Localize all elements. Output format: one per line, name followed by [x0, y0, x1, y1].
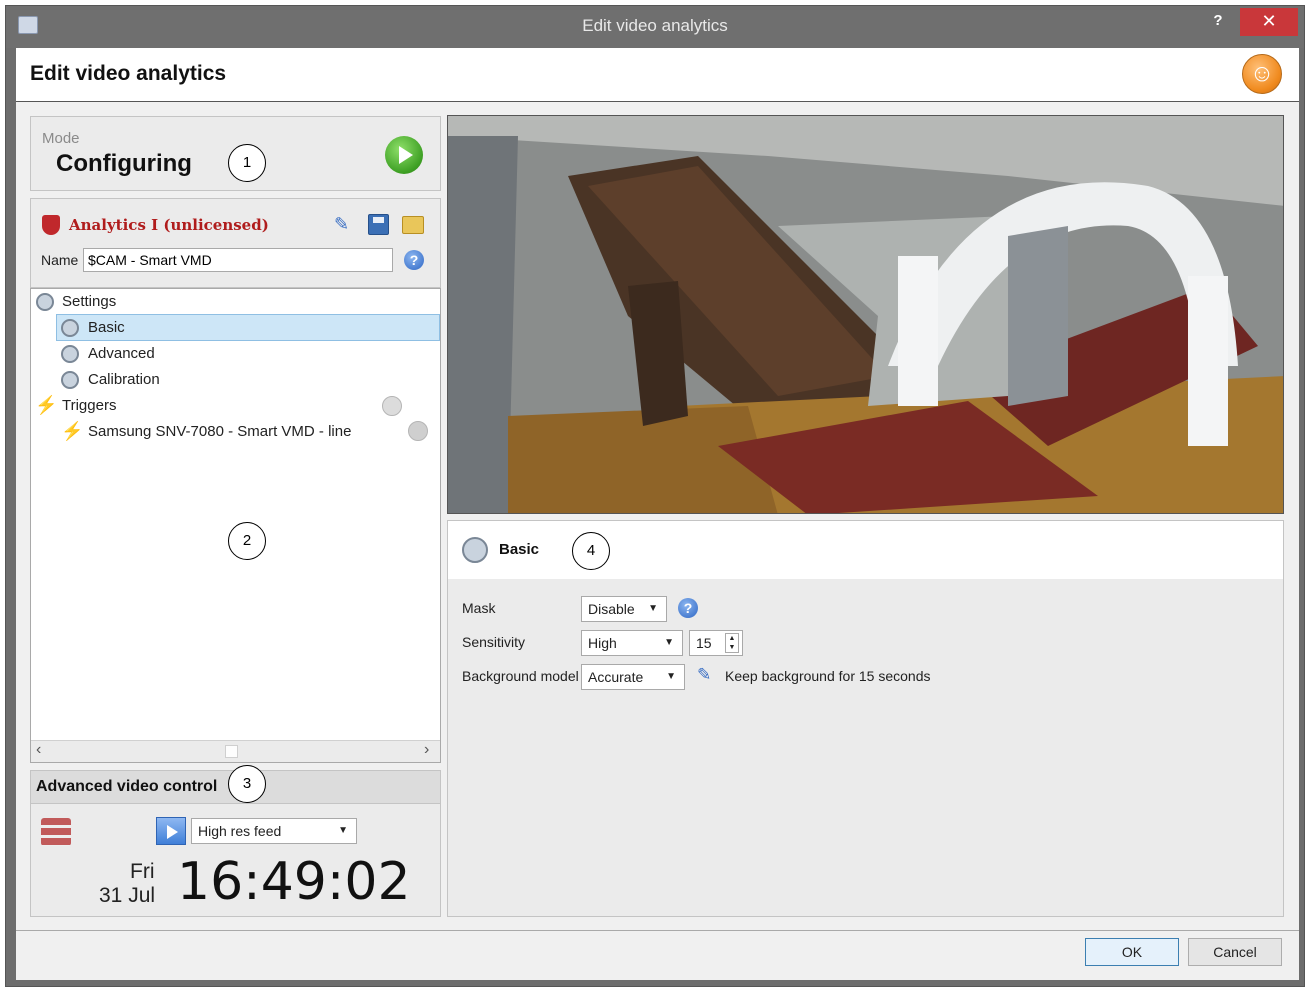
analytics-panel — [30, 198, 441, 288]
chevron-down-icon: ▼ — [338, 825, 348, 836]
window-title: Edit video analytics — [582, 16, 728, 35]
cancel-button[interactable]: Cancel — [1188, 938, 1282, 966]
ok-button[interactable]: OK — [1085, 938, 1179, 966]
tree-item-basic[interactable]: Basic — [88, 315, 125, 341]
sensitivity-label: Sensitivity — [462, 634, 526, 650]
wrench-icon[interactable]: ✎ — [334, 214, 354, 234]
help-icon[interactable]: ? — [678, 598, 698, 618]
scroll-thumb[interactable] — [225, 745, 238, 758]
mask-select[interactable]: Disable ▼ — [581, 596, 667, 622]
clock-time: 16:49:02 — [177, 852, 411, 912]
mode-value: Configuring — [56, 150, 192, 177]
sensitivity-number: 15 — [696, 635, 712, 651]
video-control-title: Advanced video control — [36, 778, 218, 795]
background-model-select[interactable]: Accurate ▼ — [581, 664, 685, 690]
basic-gear-icon — [61, 319, 79, 337]
sensitivity-stepper[interactable]: 15 ▲ ▼ — [689, 630, 743, 656]
tree-item-calibration[interactable]: Calibration — [88, 367, 160, 393]
chevron-down-icon: ▼ — [666, 671, 676, 682]
wrench-icon[interactable]: ✎ — [697, 665, 711, 685]
calibration-gear-icon — [61, 371, 79, 389]
mask-select-value: Disable — [588, 601, 635, 617]
mode-label: Mode — [42, 130, 80, 147]
callout-marker: 3 — [228, 765, 266, 803]
keep-background-text: Keep background for 15 seconds — [725, 668, 931, 684]
tree-item-trigger[interactable]: Samsung SNV-7080 - Smart VMD - line — [88, 419, 351, 445]
tree-item-settings[interactable]: Settings — [62, 289, 116, 315]
date-label: 31 Jul — [99, 884, 156, 907]
mask-label: Mask — [462, 600, 496, 616]
sensitivity-select[interactable]: High ▼ — [581, 630, 683, 656]
analytics-title: Analytics I (unlicensed) — [69, 216, 269, 234]
feed-select[interactable]: High res feed ▼ — [191, 818, 357, 844]
help-icon[interactable]: ? — [404, 250, 424, 270]
page-title: Edit video analytics — [30, 62, 227, 85]
name-input[interactable] — [83, 248, 393, 272]
background-model-label: Background model — [462, 668, 579, 684]
camera-scene-image — [448, 116, 1283, 513]
accessibility-icon[interactable]: ☺ — [1242, 54, 1282, 94]
help-button[interactable]: ? — [1202, 10, 1234, 36]
day-label: Fri — [130, 860, 155, 883]
stepper-arrows-icon[interactable]: ▲ ▼ — [725, 633, 739, 653]
save-icon[interactable] — [368, 214, 389, 235]
footer-divider — [16, 930, 1299, 931]
callout-marker: 4 — [572, 532, 610, 570]
scroll-right-icon[interactable]: › — [424, 741, 429, 759]
advanced-gear-icon — [61, 345, 79, 363]
tree-item-advanced[interactable]: Advanced — [88, 341, 155, 367]
remove-trigger-icon[interactable] — [408, 421, 428, 441]
feed-play-button[interactable] — [156, 817, 186, 845]
basic-gear-icon — [462, 537, 488, 563]
callout-marker: 1 — [228, 144, 266, 182]
callout-marker: 2 — [228, 522, 266, 560]
settings-gear-icon — [36, 293, 54, 311]
close-button[interactable]: ✕ — [1240, 8, 1298, 36]
feed-select-value: High res feed — [198, 823, 282, 839]
triggers-lightning-icon: ⚡ — [35, 395, 58, 415]
basic-settings-panel — [447, 579, 1284, 917]
name-label: Name — [41, 252, 79, 268]
background-model-value: Accurate — [588, 669, 644, 685]
tree-item-triggers[interactable]: Triggers — [62, 393, 116, 419]
chevron-down-icon: ▼ — [664, 637, 674, 648]
shield-icon — [42, 215, 60, 235]
storage-icon[interactable] — [41, 818, 71, 846]
open-folder-icon[interactable] — [402, 216, 424, 234]
add-trigger-icon[interactable] — [382, 396, 402, 416]
run-analytics-button[interactable] — [385, 136, 423, 174]
trigger-lightning-icon: ⚡ — [61, 421, 84, 441]
camera-video-feed[interactable] — [447, 115, 1284, 514]
sensitivity-select-value: High — [588, 635, 617, 651]
basic-settings-title: Basic — [499, 541, 540, 558]
scroll-left-icon[interactable]: ‹ — [36, 741, 41, 759]
chevron-down-icon: ▼ — [648, 603, 658, 614]
